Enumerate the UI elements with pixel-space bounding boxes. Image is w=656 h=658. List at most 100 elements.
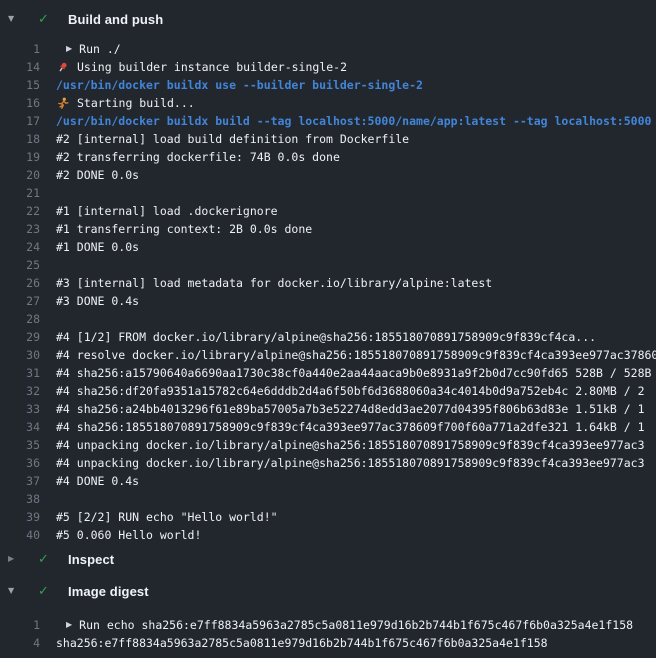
log-text: #4 sha256:185518070891758909c9f839cf4ca3…: [56, 418, 645, 436]
log-line-content: #4 unpacking docker.io/library/alpine@sh…: [56, 454, 645, 472]
log-line-number[interactable]: 23: [0, 220, 40, 238]
log-line-number[interactable]: 24: [0, 238, 40, 256]
log-lines-build-and-push: 1 ▶ Run ./ 14 Using builder instance builder…: [0, 40, 656, 544]
log-line: 19 #2 transferring dockerfile: 74B 0.0s d…: [0, 148, 656, 166]
log-line-number[interactable]: 25: [0, 256, 40, 274]
log-line-number[interactable]: 28: [0, 310, 40, 328]
expand-group-icon[interactable]: ▶: [66, 616, 72, 634]
log-line-content: ▶ Run echo sha256:e7ff8834a5963a2785c5a08…: [56, 616, 633, 634]
log-text: #4 sha256:a15790640a6690aa1730c38cf0a440…: [56, 364, 651, 382]
log-line-number[interactable]: 29: [0, 328, 40, 346]
log-line-content: ▶ Run ./: [56, 40, 121, 58]
log-line: 34 #4 sha256:185518070891758909c9f839cf4c…: [0, 418, 656, 436]
log-line-content: #1 transferring context: 2B 0.0s done: [56, 220, 312, 238]
log-line-number[interactable]: 40: [0, 526, 40, 544]
log-line: 17/usr/bin/docker buildx build --tag loc…: [0, 112, 656, 130]
log-text: #3 DONE 0.4s: [56, 292, 139, 310]
log-line-number[interactable]: 19: [0, 148, 40, 166]
log-line-content: #5 0.060 Hello world!: [56, 526, 201, 544]
log-line-number[interactable]: 32: [0, 382, 40, 400]
log-line-number[interactable]: 26: [0, 274, 40, 292]
log-line-number[interactable]: 39: [0, 508, 40, 526]
log-line-content: #4 sha256:a15790640a6690aa1730c38cf0a440…: [56, 364, 651, 382]
log-line: 25: [0, 256, 656, 274]
log-line-number[interactable]: 37: [0, 472, 40, 490]
log-text: #4 sha256:df20fa9351a15782c64e6dddb2d4a6…: [56, 382, 645, 400]
log-line: 37 #4 DONE 0.4s: [0, 472, 656, 490]
log-line-number[interactable]: 27: [0, 292, 40, 310]
log-text: #2 transferring dockerfile: 74B 0.0s don…: [56, 148, 340, 166]
log-line: 40 #5 0.060 Hello world!: [0, 526, 656, 544]
log-line-content: /usr/bin/docker buildx use --builder bui…: [56, 76, 423, 94]
log-line: 14 Using builder instance builder-single-…: [0, 58, 656, 76]
log-line-number[interactable]: 17: [0, 112, 40, 130]
log-line-content: #4 sha256:185518070891758909c9f839cf4ca3…: [56, 418, 645, 436]
log-text: Using builder instance builder-single-2: [77, 58, 347, 76]
log-line-number[interactable]: 33: [0, 400, 40, 418]
log-text: Run echo sha256:e7ff8834a5963a2785c5a081…: [79, 616, 633, 634]
log-text: #1 DONE 0.0s: [56, 238, 139, 256]
log-line-number[interactable]: 20: [0, 166, 40, 184]
section-title[interactable]: Inspect: [68, 552, 114, 567]
log-text: #1 transferring context: 2B 0.0s done: [56, 220, 312, 238]
section-header-inspect[interactable]: ▶✓Inspect: [0, 548, 656, 570]
log-line-number[interactable]: 38: [0, 490, 40, 508]
log-line-content: #3 [internal] load metadata for docker.i…: [56, 274, 492, 292]
log-line: 1 ▶ Run echo sha256:e7ff8834a5963a2785c5a0…: [0, 616, 656, 634]
log-line: 15/usr/bin/docker buildx use --builder b…: [0, 76, 656, 94]
log-line: 1 ▶ Run ./: [0, 40, 656, 58]
log-line: 18 #2 [internal] load build definition fr…: [0, 130, 656, 148]
log-text: Starting build...: [77, 94, 195, 112]
log-line-number[interactable]: 30: [0, 346, 40, 364]
log-line: 23 #1 transferring context: 2B 0.0s done: [0, 220, 656, 238]
runner-icon: [56, 97, 70, 110]
chevron-right-icon[interactable]: ▶: [8, 548, 22, 570]
log-line: 24 #1 DONE 0.0s: [0, 238, 656, 256]
log-line-number[interactable]: 35: [0, 436, 40, 454]
log-line-content: Using builder instance builder-single-2: [56, 58, 347, 76]
log-text: #3 [internal] load metadata for docker.i…: [56, 274, 492, 292]
log-line-number[interactable]: 22: [0, 202, 40, 220]
chevron-down-icon[interactable]: ▼: [8, 580, 22, 602]
log-line-number[interactable]: 16: [0, 94, 40, 112]
section-header-build-and-push[interactable]: ▼✓Build and push: [0, 8, 656, 30]
log-line-content: Starting build...: [56, 94, 195, 112]
log-line: 29#4 [1/2] FROM docker.io/library/alpine…: [0, 328, 656, 346]
log-line: 27 #3 DONE 0.4s: [0, 292, 656, 310]
log-line-number[interactable]: 15: [0, 76, 40, 94]
log-line-content: /usr/bin/docker buildx build --tag local…: [56, 112, 651, 130]
log-line-number[interactable]: 1: [0, 40, 40, 58]
log-line: 35 #4 unpacking docker.io/library/alpine@…: [0, 436, 656, 454]
log-line: 32 #4 sha256:df20fa9351a15782c64e6dddb2d4…: [0, 382, 656, 400]
log-text: Run ./: [79, 40, 121, 58]
log-line: 4 sha256:e7ff8834a5963a2785c5a0811e979d16…: [0, 634, 656, 652]
expand-group-icon[interactable]: ▶: [66, 40, 72, 58]
log-line-number[interactable]: 21: [0, 184, 40, 202]
section-header-image-digest[interactable]: ▼ ✓ Image digest: [0, 580, 656, 602]
log-line-content: sha256:e7ff8834a5963a2785c5a0811e979d16b…: [56, 634, 548, 652]
success-check-icon: ✓: [38, 584, 56, 599]
log-text: #4 DONE 0.4s: [56, 472, 139, 490]
log-line-number[interactable]: 4: [0, 634, 40, 652]
log-text: #5 0.060 Hello world!: [56, 526, 201, 544]
log-line-number[interactable]: 14: [0, 58, 40, 76]
log-line-number[interactable]: 18: [0, 130, 40, 148]
log-line-content: #2 DONE 0.0s: [56, 166, 139, 184]
log-line-number[interactable]: 36: [0, 454, 40, 472]
log-text: #4 unpacking docker.io/library/alpine@sh…: [56, 436, 645, 454]
log-text: #1 [internal] load .dockerignore: [56, 202, 278, 220]
log-lines-image-digest: 1 ▶ Run echo sha256:e7ff8834a5963a2785c5a0…: [0, 616, 656, 652]
log-text: #5 [2/2] RUN echo "Hello world!": [56, 508, 278, 526]
log-text: #2 [internal] load build definition from…: [56, 130, 409, 148]
section-title[interactable]: Build and push: [68, 12, 163, 27]
log-line-content: #4 sha256:df20fa9351a15782c64e6dddb2d4a6…: [56, 382, 645, 400]
log-text: #4 sha256:a24bb4013296f61e89ba57005a7b3e…: [56, 400, 645, 418]
log-line-number[interactable]: 31: [0, 364, 40, 382]
log-line-number[interactable]: 34: [0, 418, 40, 436]
section-title[interactable]: Image digest: [68, 584, 149, 599]
chevron-down-icon[interactable]: ▼: [8, 8, 22, 30]
log-line: 28: [0, 310, 656, 328]
log-line: 31 #4 sha256:a15790640a6690aa1730c38cf0a4…: [0, 364, 656, 382]
log-line-number[interactable]: 1: [0, 616, 40, 634]
log-line: 21: [0, 184, 656, 202]
